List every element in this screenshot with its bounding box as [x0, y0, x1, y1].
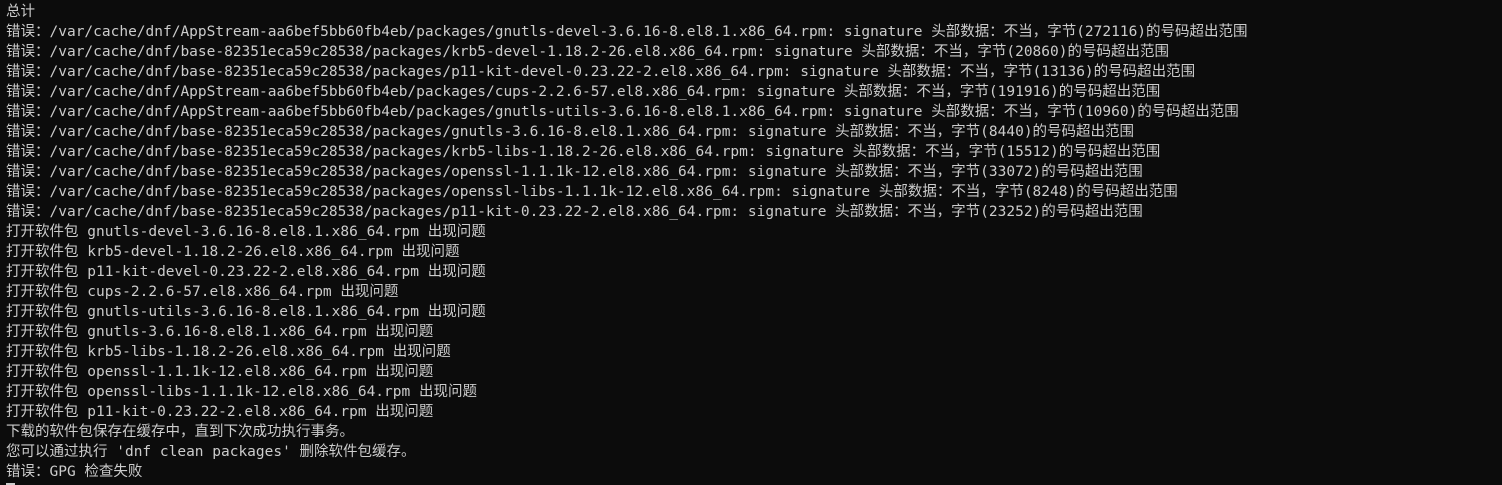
terminal-line: 错误：/var/cache/dnf/base-82351eca59c28538/… [6, 144, 1161, 160]
terminal-line: 打开软件包 p11-kit-devel-0.23.22-2.el8.x86_64… [6, 264, 486, 280]
terminal-line: 打开软件包 openssl-libs-1.1.1k-12.el8.x86_64.… [6, 384, 477, 400]
terminal-line: 打开软件包 krb5-devel-1.18.2-26.el8.x86_64.rp… [6, 244, 460, 260]
terminal-line: 您可以通过执行 'dnf clean packages' 删除软件包缓存。 [6, 444, 416, 460]
terminal-line: 总计 [6, 4, 35, 20]
terminal-output: 总计 错误：/var/cache/dnf/AppStream-aa6bef5bb… [6, 2, 1502, 482]
terminal-line: 打开软件包 gnutls-devel-3.6.16-8.el8.1.x86_64… [6, 224, 486, 240]
terminal-line: 错误：/var/cache/dnf/base-82351eca59c28538/… [6, 44, 1169, 60]
terminal-line: 错误：/var/cache/dnf/base-82351eca59c28538/… [6, 204, 1143, 220]
terminal-line: 错误：/var/cache/dnf/AppStream-aa6bef5bb60f… [6, 24, 1248, 40]
terminal-line: 错误：/var/cache/dnf/base-82351eca59c28538/… [6, 164, 1143, 180]
terminal-window[interactable]: 总计 错误：/var/cache/dnf/AppStream-aa6bef5bb… [0, 0, 1502, 485]
terminal-line: 打开软件包 openssl-1.1.1k-12.el8.x86_64.rpm 出… [6, 364, 434, 380]
terminal-line: 下载的软件包保存在缓存中，直到下次成功执行事务。 [6, 424, 354, 440]
terminal-line: 打开软件包 gnutls-3.6.16-8.el8.1.x86_64.rpm 出… [6, 324, 434, 340]
terminal-line: 错误：/var/cache/dnf/AppStream-aa6bef5bb60f… [6, 84, 1161, 100]
terminal-line: 错误：/var/cache/dnf/base-82351eca59c28538/… [6, 64, 1196, 80]
terminal-line: 错误：GPG 检查失败 [6, 464, 143, 480]
terminal-line: 错误：/var/cache/dnf/AppStream-aa6bef5bb60f… [6, 104, 1239, 120]
terminal-line: 错误：/var/cache/dnf/base-82351eca59c28538/… [6, 124, 1135, 140]
terminal-line: 错误：/var/cache/dnf/base-82351eca59c28538/… [6, 184, 1178, 200]
terminal-line: 打开软件包 gnutls-utils-3.6.16-8.el8.1.x86_64… [6, 304, 486, 320]
terminal-line: 打开软件包 p11-kit-0.23.22-2.el8.x86_64.rpm 出… [6, 404, 434, 420]
terminal-line: 打开软件包 krb5-libs-1.18.2-26.el8.x86_64.rpm… [6, 344, 451, 360]
terminal-line: 打开软件包 cups-2.2.6-57.el8.x86_64.rpm 出现问题 [6, 284, 399, 300]
